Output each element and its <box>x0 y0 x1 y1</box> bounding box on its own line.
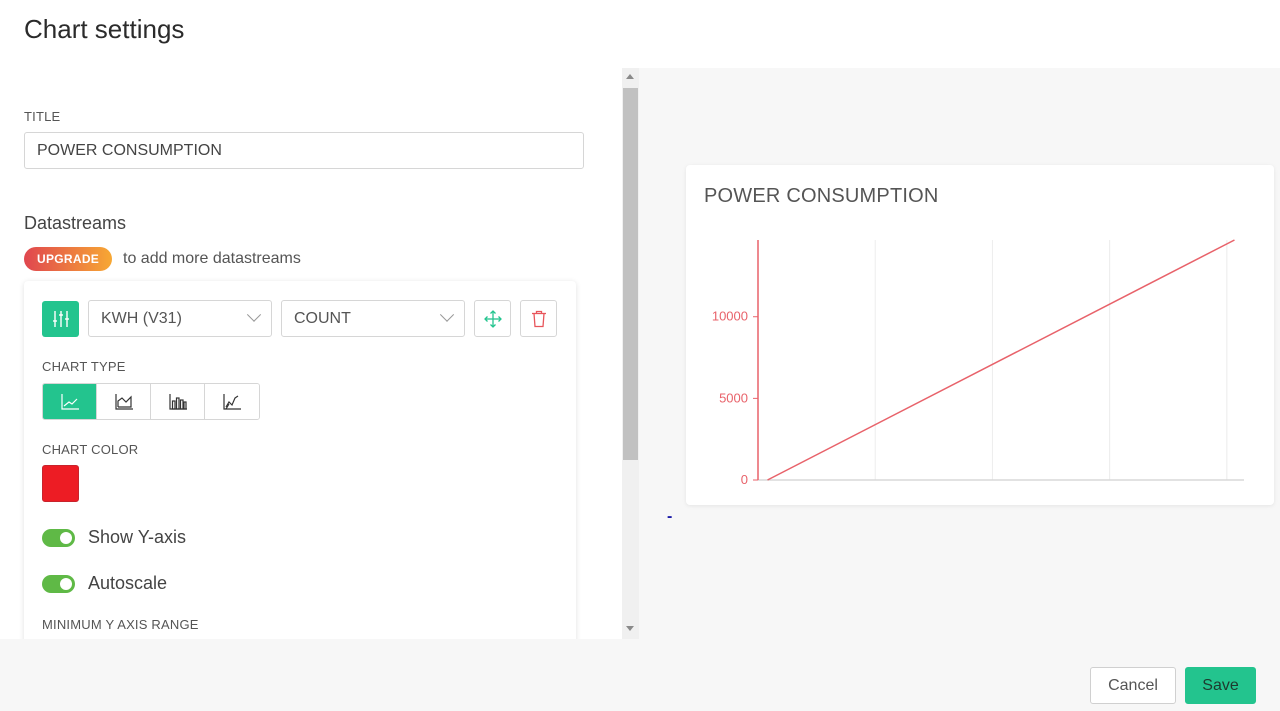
datastreams-heading: Datastreams <box>24 213 127 233</box>
chevron-down-icon <box>439 307 455 322</box>
line-chart-icon <box>60 393 79 410</box>
bar-chart-icon <box>168 393 187 410</box>
chart-type-bar[interactable] <box>151 384 205 419</box>
footer: Cancel Save <box>0 639 1280 711</box>
datastream-select-value: KWH (V31) <box>101 309 182 327</box>
sliders-icon <box>52 311 69 327</box>
scroll-thumb[interactable] <box>623 88 638 460</box>
title-label: TITLE <box>24 109 61 124</box>
aggregation-select-value: COUNT <box>294 309 351 327</box>
chart-y-tick-label: 10000 <box>712 309 748 324</box>
area-chart-icon <box>114 393 133 410</box>
upgrade-button[interactable]: UPGRADE <box>24 247 113 271</box>
chart-type-binary[interactable] <box>205 384 259 419</box>
upgrade-text: to add more datastreams <box>123 250 301 267</box>
chart-color-label: CHART COLOR <box>42 442 139 457</box>
line-chart: 0 5000 10000 <box>712 239 1244 487</box>
title-input[interactable] <box>24 132 584 169</box>
preview-marker: - <box>667 508 673 525</box>
chart-y-tick-label: 5000 <box>719 390 748 405</box>
chart-series-line <box>767 239 1235 481</box>
aggregation-select[interactable]: COUNT <box>281 300 465 337</box>
trash-icon <box>531 310 546 327</box>
chart-type-line[interactable] <box>43 384 97 419</box>
page-title: Chart settings <box>24 14 185 44</box>
chart-type-group <box>42 383 260 420</box>
save-button[interactable]: Save <box>1185 667 1256 704</box>
autoscale-toggle-row[interactable]: Autoscale <box>42 573 167 594</box>
min-y-range-label: MINIMUM Y AXIS RANGE <box>42 617 199 632</box>
show-y-axis-label: Show Y-axis <box>88 527 187 547</box>
chevron-down-icon <box>246 307 262 322</box>
chart-preview-area: POWER CONSUMPTION 0 5000 10000 - <box>639 68 1280 639</box>
chart-type-area[interactable] <box>97 384 151 419</box>
scroll-down-arrow[interactable] <box>626 626 634 631</box>
settings-panel: TITLE Datastreams UPGRADE to add more da… <box>0 68 622 639</box>
show-y-axis-toggle[interactable] <box>42 528 75 547</box>
datastream-settings-button[interactable] <box>42 301 79 337</box>
cancel-button[interactable]: Cancel <box>1090 667 1176 704</box>
autoscale-toggle[interactable] <box>42 574 75 593</box>
datastream-card: KWH (V31) COUNT CHART TYPE CHART COLOR S… <box>24 281 576 639</box>
move-icon <box>483 309 502 328</box>
chart-type-label: CHART TYPE <box>42 359 126 374</box>
scrollbar[interactable] <box>622 68 639 639</box>
chart-color-swatch[interactable] <box>42 465 79 502</box>
delete-button[interactable] <box>520 300 557 337</box>
chart-preview-card: POWER CONSUMPTION 0 5000 10000 <box>686 165 1274 505</box>
chart-y-tick-label: 0 <box>741 472 748 487</box>
move-button[interactable] <box>474 300 511 337</box>
step-chart-icon <box>223 393 241 410</box>
autoscale-label: Autoscale <box>88 573 168 593</box>
show-y-axis-toggle-row[interactable]: Show Y-axis <box>42 527 186 548</box>
scroll-up-arrow[interactable] <box>626 74 634 79</box>
datastream-select[interactable]: KWH (V31) <box>88 300 272 337</box>
